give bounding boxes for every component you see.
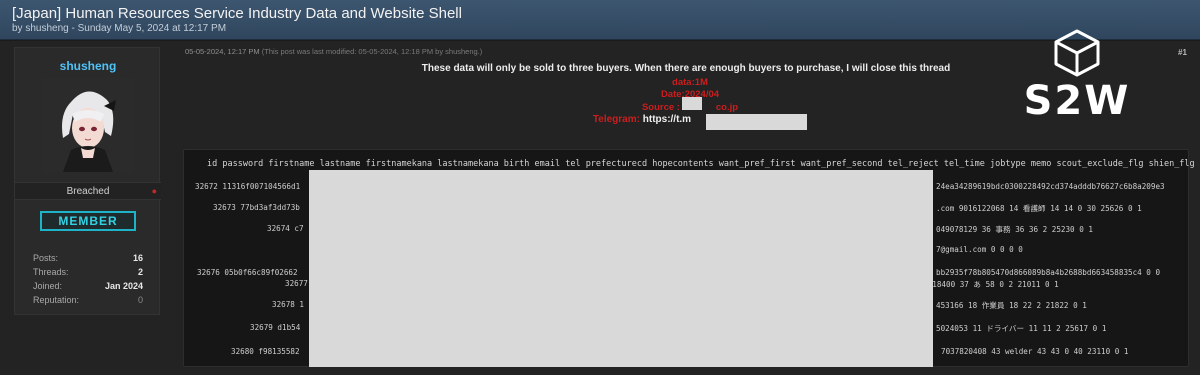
avatar-image xyxy=(41,78,135,172)
stat-reputation: Reputation: 0 xyxy=(33,295,143,308)
member-badge: MEMBER xyxy=(40,211,136,231)
stat-label: Posts: xyxy=(33,253,59,263)
code-row-right: 049078129 36 事務 36 36 2 25230 0 1 xyxy=(936,225,1093,234)
stat-value[interactable]: 0 xyxy=(138,295,143,305)
code-row-left: 32680 f98135582 xyxy=(231,347,300,356)
thread-title[interactable]: [Japan] Human Resources Service Industry… xyxy=(12,5,462,22)
code-row-left: 32677 xyxy=(285,279,308,288)
user-rank-row: Breached ● xyxy=(15,182,161,200)
redaction-block xyxy=(682,97,702,110)
post-announcement: These data will only be sold to three bu… xyxy=(421,63,951,74)
rank-indicator-icon: ● xyxy=(151,186,157,196)
stat-value: 16 xyxy=(132,253,143,263)
data-size-line: data:1M xyxy=(672,77,708,88)
stat-label: Joined: xyxy=(33,281,63,291)
avatar[interactable] xyxy=(41,78,135,172)
code-row-right: 5024053 11 ドライバー 11 11 2 25617 0 1 xyxy=(936,324,1107,333)
stat-label: Reputation: xyxy=(33,295,80,305)
stat-label: Threads: xyxy=(33,267,69,277)
cube-logo-icon xyxy=(1054,29,1100,77)
code-row-right: .com 9016122068 14 看護師 14 14 0 30 25626 … xyxy=(936,204,1142,213)
source-label: Source : xyxy=(641,102,683,113)
telegram-label: Telegram: xyxy=(592,114,640,125)
code-row-left: 32678 1 xyxy=(272,300,305,309)
stat-value: 2 xyxy=(137,267,143,277)
code-row-right: 24ea34289619bdc0300228492cd374adddb76627… xyxy=(936,182,1165,191)
redaction-block xyxy=(706,114,807,130)
telegram-link[interactable]: https://t.m xyxy=(643,114,691,125)
code-row-right: 7@gmail.com 0 0 0 0 xyxy=(936,245,1023,254)
user-rank: Breached xyxy=(66,186,110,197)
stat-posts: Posts: 16 xyxy=(33,253,143,266)
s2w-watermark: S2W xyxy=(1018,28,1136,128)
code-row-left: 32672 11316f007104566d1 xyxy=(195,182,301,191)
post-number-link[interactable]: #1 xyxy=(1178,48,1187,57)
stat-value: Jan 2024 xyxy=(104,281,143,291)
code-row-left: 32674 c7 xyxy=(267,224,304,233)
post-meta: 05-05-2024, 12:17 PM (This post was last… xyxy=(185,47,482,56)
code-row-right: 7037820408 43 welder 43 43 0 40 23110 0 … xyxy=(941,347,1129,356)
code-header-line: id password firstname lastname firstname… xyxy=(207,159,1195,169)
redaction-block-large xyxy=(309,170,933,367)
post-modified-note: (This post was last modified: 05-05-2024… xyxy=(261,47,483,56)
code-row-left: 32673 77bd3af3dd73b xyxy=(213,203,300,212)
code-row-right: 063218400 37 あ 58 0 2 21011 0 1 xyxy=(914,280,1059,289)
code-row-left: 32676 05b0f66c89f02662 xyxy=(197,268,298,277)
thread-meta: by shusheng - Sunday May 5, 2024 at 12:1… xyxy=(12,23,227,34)
source-suffix: co.jp xyxy=(715,102,739,113)
post-date: 05-05-2024, 12:17 PM xyxy=(185,47,260,56)
stat-threads: Threads: 2 xyxy=(33,267,143,280)
code-row-right: 453166 18 作業員 18 22 2 21822 0 1 xyxy=(936,301,1087,310)
username-link[interactable]: shusheng xyxy=(15,59,161,73)
code-row-left: 32679 d1b54 xyxy=(250,323,301,332)
stat-joined: Joined: Jan 2024 xyxy=(33,281,143,294)
user-panel: shusheng Breached ● MEMBER Posts: 16 Thr… xyxy=(14,47,161,315)
code-row-right: bb2935f78b805470d866089b8a4b2688bd663458… xyxy=(936,268,1161,277)
watermark-text: S2W xyxy=(1023,78,1131,124)
